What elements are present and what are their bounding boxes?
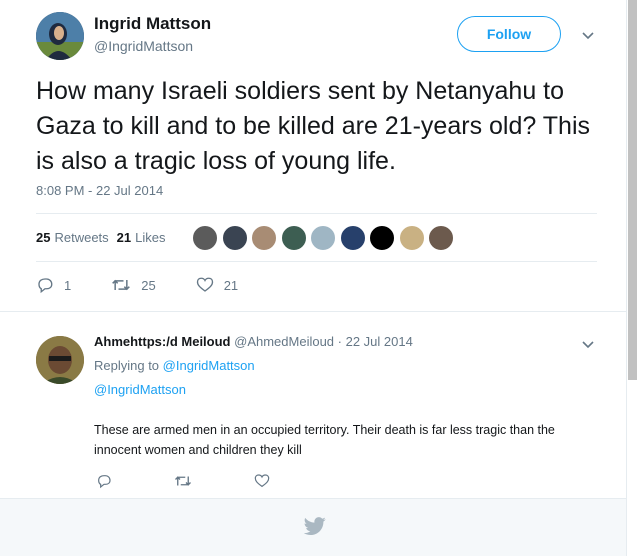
likes-label: Likes (135, 229, 166, 245)
reply-author-name[interactable]: Ahmehttps:/d Meiloud (94, 334, 231, 349)
follow-button[interactable]: Follow (457, 16, 561, 52)
reply-actions (96, 473, 332, 489)
reply-mention-link[interactable]: @IngridMattson (94, 382, 186, 397)
liker-avatar[interactable] (398, 225, 425, 251)
replying-to-link[interactable]: @IngridMattson (163, 358, 255, 373)
retweets-count: 25 (36, 229, 51, 245)
tweet-text: How many Israeli soldiers sent by Netany… (36, 77, 591, 175)
chevron-down-icon[interactable] (578, 334, 598, 359)
retweets-stat[interactable]: 25 Retweets (36, 230, 109, 245)
likes-count: 21 (116, 229, 132, 245)
tweet-stats: 25 Retweets 21 Likes (36, 226, 174, 248)
reply-reply-icon[interactable] (96, 473, 112, 489)
reply-count: 1 (64, 277, 72, 293)
tweet-actions: 1 25 21 (36, 275, 278, 295)
chevron-down-icon[interactable] (578, 25, 598, 45)
liker-avatar[interactable] (221, 225, 248, 251)
liker-avatar[interactable] (428, 225, 454, 251)
reply-author-avatar[interactable] (36, 336, 84, 384)
twitter-bird-icon (303, 517, 326, 540)
retweet-count: 25 (141, 277, 156, 293)
likers-avatars (192, 225, 458, 251)
divider (36, 261, 597, 262)
reply-handle-date[interactable]: @AhmedMeiloud · 22 Jul 2014 (234, 334, 413, 349)
like-count: 21 (223, 277, 239, 293)
like-action[interactable]: 21 (196, 276, 238, 294)
liker-avatar[interactable] (339, 225, 366, 251)
reply-retweet-icon[interactable] (174, 473, 192, 489)
author-avatar[interactable] (36, 12, 84, 60)
retweets-label: Retweets (54, 229, 109, 245)
reply-header: Ahmehttps:/d Meiloud @AhmedMeiloud · 22 … (94, 334, 413, 349)
author-handle[interactable]: @IngridMattson (94, 38, 193, 54)
scrollbar-thumb[interactable] (628, 0, 637, 380)
reply-text: These are armed men in an occupied terri… (94, 423, 555, 457)
scrollbar[interactable] (626, 0, 639, 556)
replying-to: Replying to @IngridMattson (94, 358, 255, 373)
author-name[interactable]: Ingrid Mattson (94, 14, 211, 34)
liker-avatar[interactable] (251, 225, 277, 251)
liker-avatar[interactable] (192, 225, 218, 251)
replying-to-prefix: Replying to (94, 358, 160, 373)
reply-tweet[interactable]: Ahmehttps:/d Meiloud @AhmedMeiloud · 22 … (0, 322, 626, 498)
liker-avatar[interactable] (369, 225, 395, 251)
divider (0, 311, 626, 312)
likes-stat[interactable]: 21 Likes (117, 230, 166, 245)
tweet-page: Ingrid Mattson @IngridMattson Follow How… (0, 0, 639, 556)
reply-icon (38, 278, 53, 294)
liker-avatar[interactable] (280, 225, 307, 251)
tweet-timestamp[interactable]: 8:08 PM - 22 Jul 2014 (36, 183, 163, 198)
reply-action[interactable]: 1 (36, 276, 71, 294)
retweet-icon (112, 279, 131, 291)
heart-icon (196, 277, 213, 292)
tweet-header: Ingrid Mattson @IngridMattson Follow (0, 0, 620, 70)
reply-heart-icon[interactable] (254, 473, 270, 489)
liker-avatar[interactable] (310, 225, 336, 251)
divider (36, 213, 597, 214)
retweet-action[interactable]: 25 (111, 276, 156, 294)
footer (0, 498, 626, 556)
